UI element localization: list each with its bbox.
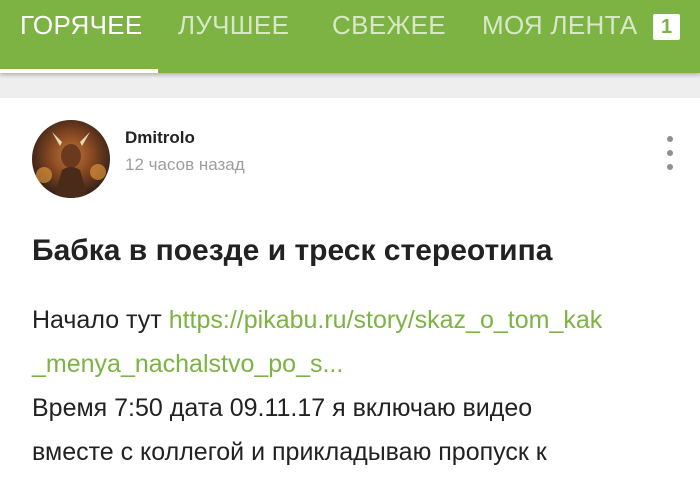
post-time: 12 часов назад: [125, 155, 245, 174]
tab-fresh[interactable]: СВЕЖЕЕ: [332, 10, 446, 41]
avatar[interactable]: [32, 120, 110, 198]
post-link-continued[interactable]: _menya_nachalstvo_po_s...: [32, 342, 682, 386]
post-text-line: вместе с коллегой и прикладываю пропуск …: [32, 438, 547, 466]
post-text-line: Время 7:50 дата 09.11.17 я включаю видео: [32, 394, 533, 422]
more-vertical-icon[interactable]: [660, 136, 680, 170]
avatar-image: [36, 132, 106, 198]
tab-hot[interactable]: ГОРЯЧЕЕ: [20, 10, 143, 41]
tab-my-feed[interactable]: МОЯ ЛЕНТА: [482, 10, 638, 41]
active-tab-indicator: [0, 69, 158, 73]
post-title[interactable]: Бабка в поезде и треск стереотипа: [32, 234, 552, 268]
feed-count-badge[interactable]: 1: [653, 14, 680, 40]
top-navigation-bar: ГОРЯЧЕЕ ЛУЧШЕЕ СВЕЖЕЕ МОЯ ЛЕНТА 1: [0, 0, 700, 73]
post-body: Начало тут https://pikabu.ru/story/skaz_…: [32, 298, 682, 474]
post-link[interactable]: https://pikabu.ru/story/skaz_o_tom_kak: [169, 306, 603, 334]
post-intro-text: Начало тут: [32, 306, 162, 334]
tab-best[interactable]: ЛУЧШЕЕ: [178, 10, 289, 41]
post-author[interactable]: Dmitrolo: [125, 128, 195, 148]
